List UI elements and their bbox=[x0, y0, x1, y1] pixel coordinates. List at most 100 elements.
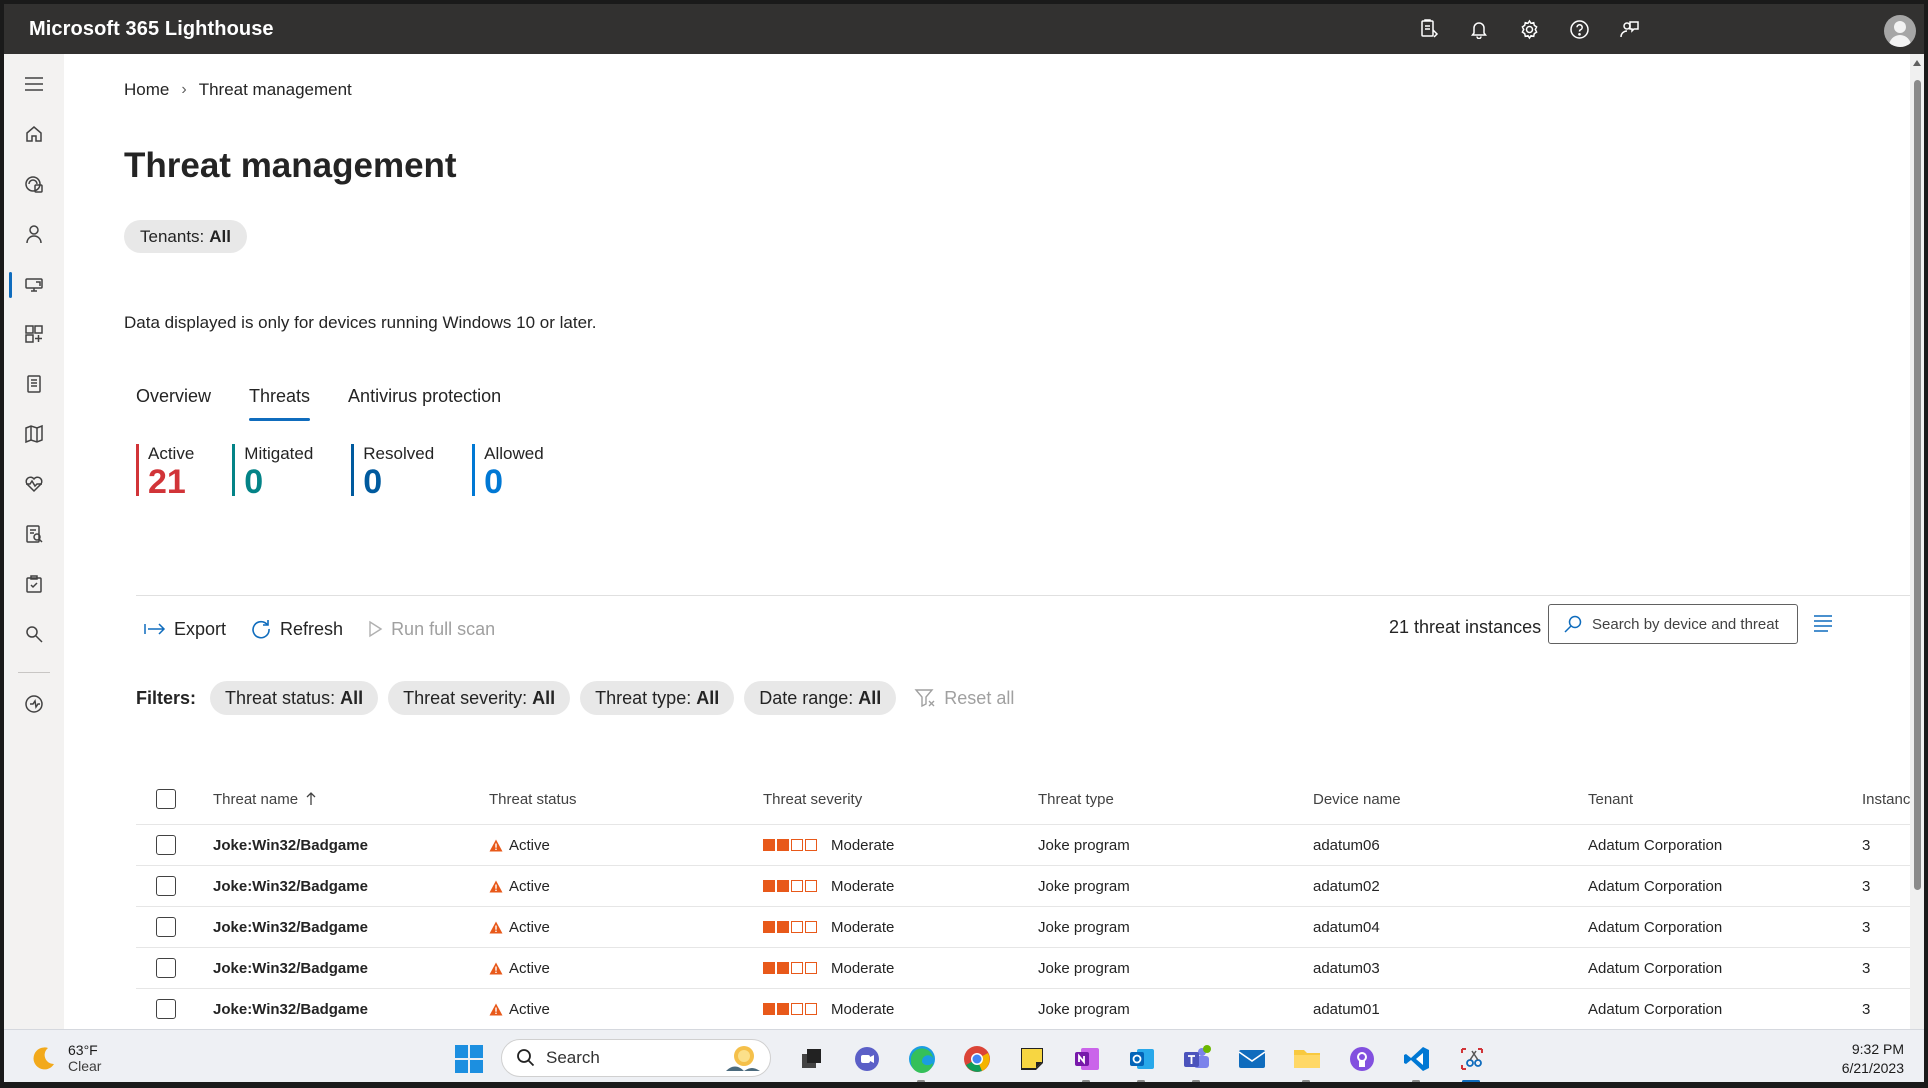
github-icon[interactable] bbox=[1334, 1038, 1389, 1080]
counter-mitigated[interactable]: Mitigated 0 bbox=[232, 444, 314, 500]
column-header-threat-status[interactable]: Threat status bbox=[489, 774, 577, 824]
threat-name[interactable]: Joke:Win32/Badgame bbox=[213, 837, 368, 854]
column-header-threat-severity[interactable]: Threat severity bbox=[763, 774, 862, 824]
bell-icon[interactable] bbox=[1454, 4, 1504, 54]
task-view-icon[interactable] bbox=[784, 1038, 839, 1080]
column-header-device-name[interactable]: Device name bbox=[1313, 774, 1401, 824]
weather-widget[interactable]: 63°F Clear bbox=[30, 1042, 101, 1074]
scrollbar-thumb[interactable] bbox=[1914, 80, 1921, 890]
clipboard-icon[interactable] bbox=[1404, 4, 1454, 54]
table-row[interactable]: Joke:Win32/Badgame Active Moderate Joke pro… bbox=[136, 907, 1910, 948]
command-bar: Export Refresh Run full scan bbox=[144, 609, 519, 649]
reset-all-button[interactable]: Reset all bbox=[914, 688, 1014, 709]
nav-home-icon[interactable] bbox=[4, 112, 64, 156]
snipping-tool-icon[interactable] bbox=[1444, 1038, 1499, 1082]
scroll-up-arrow-icon[interactable] bbox=[1913, 60, 1921, 66]
tenants-filter-pill[interactable]: Tenants: All bbox=[124, 220, 247, 253]
nav-search-icon[interactable] bbox=[4, 612, 64, 656]
threat-name[interactable]: Joke:Win32/Badgame bbox=[213, 878, 368, 895]
device-name: adatum03 bbox=[1313, 959, 1380, 977]
severity-indicator bbox=[763, 1003, 817, 1015]
threat-status: Active bbox=[509, 918, 550, 936]
windows-start-icon[interactable] bbox=[454, 1044, 484, 1079]
nav-activity-icon[interactable] bbox=[4, 682, 64, 726]
chat-icon[interactable] bbox=[839, 1038, 894, 1080]
user-avatar[interactable] bbox=[1884, 15, 1916, 47]
threat-status: Active bbox=[509, 877, 550, 895]
column-header-instances[interactable]: Instanc bbox=[1862, 774, 1910, 824]
vertical-scrollbar[interactable] bbox=[1910, 54, 1924, 1029]
nav-tenants-icon[interactable] bbox=[4, 162, 64, 206]
counter-active[interactable]: Active 21 bbox=[136, 444, 194, 500]
instances-count: 3 bbox=[1862, 959, 1871, 977]
table-row[interactable]: Joke:Win32/Badgame Active Moderate Joke pro… bbox=[136, 825, 1910, 866]
nav-health-icon[interactable] bbox=[4, 462, 64, 506]
severity-box bbox=[791, 1003, 803, 1015]
header-icons bbox=[1404, 4, 1654, 54]
nav-baselines-icon[interactable] bbox=[4, 312, 64, 356]
row-checkbox[interactable] bbox=[156, 999, 176, 1019]
gear-icon[interactable] bbox=[1504, 4, 1554, 54]
table-row[interactable]: Joke:Win32/Badgame Active Moderate Joke pro… bbox=[136, 989, 1910, 1029]
sort-ascending-icon bbox=[306, 792, 316, 805]
breadcrumb-home[interactable]: Home bbox=[124, 80, 169, 100]
help-icon[interactable] bbox=[1554, 4, 1604, 54]
taskbar-search-box[interactable]: Search bbox=[501, 1039, 771, 1077]
column-header-tenant[interactable]: Tenant bbox=[1588, 774, 1633, 824]
filter-threat-status[interactable]: Threat status: All bbox=[210, 681, 379, 715]
feedback-icon[interactable] bbox=[1604, 4, 1654, 54]
app-title[interactable]: Microsoft 365 Lighthouse bbox=[29, 18, 274, 41]
row-checkbox[interactable] bbox=[156, 876, 176, 896]
run-full-scan-button[interactable]: Run full scan bbox=[367, 619, 495, 640]
row-checkbox[interactable] bbox=[156, 958, 176, 978]
column-header-threat-type[interactable]: Threat type bbox=[1038, 774, 1114, 824]
edge-icon[interactable] bbox=[894, 1038, 949, 1082]
threat-name[interactable]: Joke:Win32/Badgame bbox=[213, 919, 368, 936]
nav-devices-icon[interactable] bbox=[4, 262, 64, 306]
threat-severity: Moderate bbox=[831, 836, 895, 854]
table-row[interactable]: Joke:Win32/Badgame Active Moderate Joke pro… bbox=[136, 866, 1910, 907]
outlook-icon[interactable] bbox=[1114, 1038, 1169, 1082]
system-clock[interactable]: 9:32 PM 6/21/2023 bbox=[1824, 1040, 1904, 1078]
hamburger-menu-icon[interactable] bbox=[4, 62, 64, 106]
filter-date-range[interactable]: Date range: All bbox=[744, 681, 897, 715]
export-button[interactable]: Export bbox=[144, 619, 226, 640]
nav-tasks-icon[interactable] bbox=[4, 562, 64, 606]
threat-name[interactable]: Joke:Win32/Badgame bbox=[213, 960, 368, 977]
table-row[interactable]: Joke:Win32/Badgame Active Moderate Joke pro… bbox=[136, 948, 1910, 989]
teams-icon[interactable] bbox=[1169, 1038, 1224, 1082]
threat-type: Joke program bbox=[1038, 1000, 1130, 1018]
nav-document-icon[interactable] bbox=[4, 362, 64, 406]
tab-antivirus-protection[interactable]: Antivirus protection bbox=[348, 386, 501, 421]
threat-name-cell: Joke:Win32/Badgame bbox=[213, 907, 368, 947]
nav-users-icon[interactable] bbox=[4, 212, 64, 256]
row-checkbox[interactable] bbox=[156, 835, 176, 855]
onenote-icon[interactable] bbox=[1059, 1038, 1114, 1082]
column-options-icon[interactable] bbox=[1812, 612, 1834, 639]
counter-resolved[interactable]: Resolved 0 bbox=[351, 444, 434, 500]
filter-threat-type[interactable]: Threat type: All bbox=[580, 681, 735, 715]
filter-threat-severity[interactable]: Threat severity: All bbox=[388, 681, 571, 715]
threat-type: Joke program bbox=[1038, 918, 1130, 936]
vscode-icon[interactable] bbox=[1389, 1038, 1444, 1082]
threat-severity-cell: Moderate bbox=[763, 989, 894, 1029]
tab-threats[interactable]: Threats bbox=[249, 386, 311, 421]
column-header-threat-name[interactable]: Threat name bbox=[213, 774, 316, 824]
mail-icon[interactable] bbox=[1224, 1038, 1279, 1080]
taskbar-search-label: Search bbox=[546, 1048, 600, 1067]
sticky-notes-icon[interactable] bbox=[1004, 1038, 1059, 1080]
file-explorer-icon[interactable] bbox=[1279, 1038, 1334, 1082]
nav-audit-icon[interactable] bbox=[4, 512, 64, 556]
instances-count: 3 bbox=[1862, 836, 1871, 854]
select-all-checkbox[interactable] bbox=[156, 789, 176, 809]
row-checkbox[interactable] bbox=[156, 917, 176, 937]
tab-overview[interactable]: Overview bbox=[136, 386, 211, 421]
search-input[interactable]: Search by device and threat bbox=[1548, 604, 1798, 644]
refresh-button[interactable]: Refresh bbox=[250, 618, 343, 640]
chrome-icon[interactable] bbox=[949, 1038, 1004, 1080]
nav-map-icon[interactable] bbox=[4, 412, 64, 456]
threat-name[interactable]: Joke:Win32/Badgame bbox=[213, 1001, 368, 1018]
counter-label: Mitigated bbox=[244, 444, 314, 463]
counter-allowed[interactable]: Allowed 0 bbox=[472, 444, 544, 500]
warning-icon bbox=[489, 921, 503, 933]
